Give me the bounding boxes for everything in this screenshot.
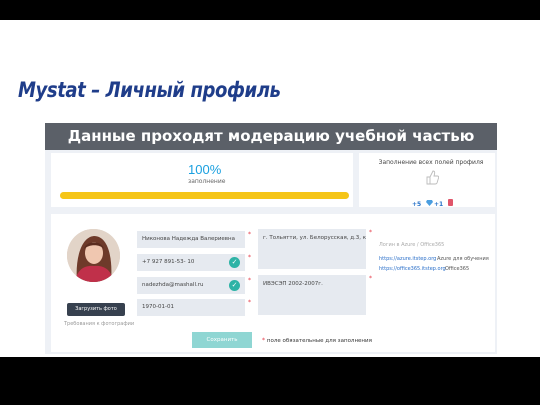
required-marker: * [248, 277, 251, 284]
completion-progress-bar [60, 192, 349, 199]
bottom-black-bar [0, 357, 540, 405]
office365-link[interactable]: https://office365.itstep.org [379, 266, 446, 272]
avatar-photo [67, 229, 120, 282]
birthdate-field[interactable]: 1970-01-01 [137, 299, 245, 316]
required-marker: * [248, 299, 251, 306]
required-marker: * [248, 254, 251, 261]
save-button[interactable]: Сохранить [192, 332, 252, 348]
coin-bonus: +1 [434, 191, 454, 210]
office365-link-label: Office365 [445, 266, 470, 272]
azure-office-login-title: Логин в Azure / Office365 [379, 242, 445, 248]
top-black-bar [0, 0, 540, 20]
moderation-banner: Данные проходят модерацию учебной частью [45, 123, 497, 150]
gem-bonus: +5 [412, 191, 434, 210]
address-field[interactable]: г. Тольятти, ул. Белорусская, д.3, кв.8 [258, 229, 366, 269]
required-marker: * [248, 231, 251, 238]
bonus-card-title: Заполнение всех полей профиля [378, 159, 484, 166]
completion-percent: 100% [188, 162, 222, 177]
phone-verified-check-icon: ✓ [229, 257, 240, 268]
gem-icon [426, 200, 434, 206]
completion-progress-fill [60, 192, 349, 199]
slide-title: Mystat – Личный профиль [18, 78, 281, 102]
email-verified-check-icon: ✓ [229, 280, 240, 291]
upload-photo-button[interactable]: Загрузить фото [67, 303, 125, 316]
required-marker: * [369, 229, 372, 236]
fullname-field[interactable]: Никонова Надежда Валериевна [137, 231, 245, 248]
education-field[interactable]: ИВЭСЭП 2002-2007г. [258, 275, 366, 315]
thumbs-up-icon [426, 170, 439, 185]
photo-requirements-link[interactable]: Требования к фотографии [64, 321, 134, 327]
avatar [67, 229, 120, 282]
required-fields-note: * поле обязательные для заполнения [262, 337, 372, 344]
completion-label: заполнение [188, 178, 226, 185]
azure-link-label: Azure для обучения [437, 256, 489, 262]
coin-bonus-value: +1 [434, 201, 444, 208]
azure-link[interactable]: https://azure.itstep.org [379, 256, 436, 262]
required-fields-note-text: поле обязательные для заполнения [266, 338, 372, 344]
gem-bonus-value: +5 [412, 201, 422, 208]
required-marker: * [369, 275, 372, 282]
coin-icon [448, 199, 454, 206]
